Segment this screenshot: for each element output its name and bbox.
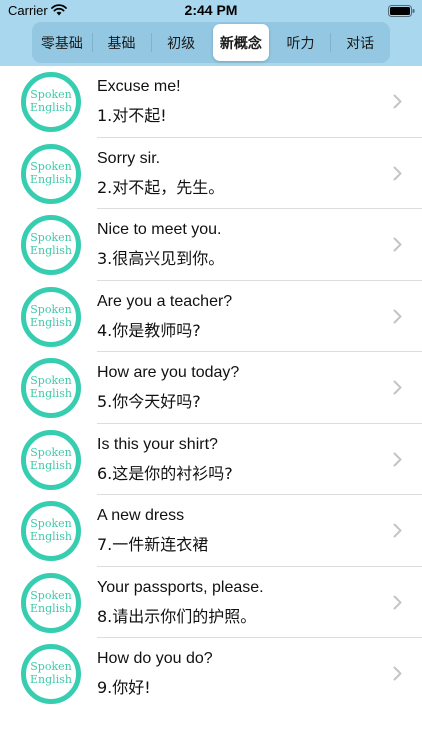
lesson-row[interactable]: Spoken English Are you a teacher? 4.你是教师吗? <box>0 281 422 352</box>
logo-line-1: Spoken <box>30 88 72 101</box>
spoken-english-logo-icon: Spoken English <box>21 358 81 418</box>
tab-label: 对话 <box>346 35 375 52</box>
logo-text: Spoken English <box>26 231 76 257</box>
tab-label: 零基础 <box>40 35 83 52</box>
lesson-list: Spoken English Excuse me! 1.对不起! Spoken Engli… <box>0 66 422 710</box>
logo-line-1: Spoken <box>30 445 72 459</box>
tab-label: 基础 <box>107 35 136 52</box>
logo-line-1: Spoken <box>30 231 72 244</box>
logo-line-1: Spoken <box>30 302 72 316</box>
logo-line-2: English <box>30 387 72 400</box>
lesson-subtitle: 6.这是你的衬衫吗? <box>97 463 233 483</box>
logo-text: Spoken English <box>26 589 76 615</box>
lesson-title: Are you a teacher? <box>97 292 233 310</box>
spoken-english-logo-icon: Spoken English <box>21 572 81 633</box>
logo-text: Spoken English <box>26 517 76 543</box>
chevron-right-icon <box>393 309 402 323</box>
chevron-right-icon <box>393 523 402 538</box>
tab-0[interactable]: 零基础 <box>32 22 92 63</box>
logo-text: Spoken English <box>26 160 76 186</box>
lesson-title: How are you today? <box>97 364 240 381</box>
lesson-subtitle: 5.你今天好吗? <box>97 392 201 411</box>
lesson-title: Sorry sir. <box>97 149 161 167</box>
battery-icon <box>388 5 415 17</box>
chevron-right-icon <box>393 452 402 466</box>
logo-line-1: Spoken <box>30 588 72 602</box>
status-time: 2:44 PM <box>184 2 238 18</box>
lesson-subtitle: 7.一件新连衣裙 <box>97 535 209 554</box>
tab-1[interactable]: 基础 <box>91 22 152 63</box>
tab-4[interactable]: 听力 <box>271 22 331 63</box>
lesson-title: A new dress <box>97 507 185 524</box>
logo-text: Spoken English <box>26 660 76 686</box>
logo-line-2: English <box>30 244 72 257</box>
category-tabs: 零基础 基础 初级 新概念 听力 对话 <box>32 22 390 63</box>
lesson-title: Nice to meet you. <box>97 221 222 238</box>
lesson-subtitle: 1.对不起! <box>97 106 167 125</box>
lesson-title: Your passports, please. <box>97 578 264 596</box>
chevron-right-icon <box>393 595 402 609</box>
logo-line-2: English <box>30 601 72 615</box>
chevron-right-icon <box>393 237 402 252</box>
logo-line-2: English <box>30 101 72 114</box>
tab-label: 新概念 <box>219 35 262 52</box>
logo-line-1: Spoken <box>30 660 72 673</box>
tab-label: 初级 <box>167 35 196 52</box>
spoken-english-logo-icon: Spoken English <box>21 429 81 490</box>
chevron-right-icon <box>393 666 402 681</box>
logo-text: Spoken English <box>26 88 76 114</box>
spoken-english-logo-icon: Spoken English <box>21 501 81 561</box>
lesson-row[interactable]: Spoken English Excuse me! 1.对不起! <box>0 66 422 138</box>
lesson-subtitle: 8.请出示你们的护照。 <box>97 606 257 626</box>
lesson-title: Is this your shirt? <box>97 435 218 453</box>
chevron-right-icon <box>393 166 402 180</box>
logo-text: Spoken English <box>26 303 76 329</box>
spoken-english-logo-icon: Spoken English <box>21 644 81 704</box>
lesson-subtitle: 3.很高兴见到你。 <box>97 249 225 268</box>
tab-2[interactable]: 初级 <box>151 22 211 63</box>
tab-label: 听力 <box>286 35 315 52</box>
lesson-row[interactable]: Spoken English Nice to meet you. 3.很高兴见到你。 <box>0 209 422 281</box>
status-bar: Carrier 2:44 PM <box>0 0 422 22</box>
logo-line-2: English <box>30 172 72 186</box>
logo-text: Spoken English <box>26 446 76 472</box>
lesson-subtitle: 4.你是教师吗? <box>97 320 201 340</box>
logo-line-2: English <box>30 458 72 472</box>
tab-3[interactable]: 新概念 <box>211 22 271 63</box>
tab-5[interactable]: 对话 <box>330 22 390 63</box>
lesson-row[interactable]: Spoken English How are you today? 5.你今天好吗? <box>0 352 422 424</box>
lesson-row[interactable]: Spoken English Is this your shirt? 6.这是你的衬衫… <box>0 424 422 495</box>
lesson-subtitle: 9.你好! <box>97 678 151 697</box>
logo-line-1: Spoken <box>30 517 72 530</box>
spoken-english-logo-icon: Spoken English <box>21 215 81 275</box>
spoken-english-logo-icon: Spoken English <box>21 72 81 132</box>
lesson-row[interactable]: Spoken English A new dress 7.一件新连衣裙 <box>0 495 422 567</box>
spoken-english-logo-icon: Spoken English <box>21 286 81 347</box>
lesson-row[interactable]: Spoken English Sorry sir. 2.对不起，先生。 <box>0 138 422 209</box>
logo-line-2: English <box>30 673 72 686</box>
chevron-right-icon <box>393 94 402 109</box>
logo-line-2: English <box>30 315 72 329</box>
lesson-title: Excuse me! <box>97 78 181 95</box>
logo-line-2: English <box>30 530 72 543</box>
lesson-row[interactable]: Spoken English Your passports, please. 8.请出… <box>0 567 422 638</box>
lesson-row[interactable]: Spoken English How do you do? 9.你好! <box>0 638 422 710</box>
logo-line-1: Spoken <box>30 374 72 387</box>
lesson-title: How do you do? <box>97 650 213 667</box>
logo-line-1: Spoken <box>30 159 72 173</box>
chevron-right-icon <box>393 380 402 395</box>
spoken-english-logo-icon: Spoken English <box>21 143 81 204</box>
top-header: Carrier 2:44 PM 零基础 基础 初级 新概念 听力 对话 <box>0 0 422 66</box>
lesson-subtitle: 2.对不起，先生。 <box>97 177 225 197</box>
logo-text: Spoken English <box>26 374 76 400</box>
